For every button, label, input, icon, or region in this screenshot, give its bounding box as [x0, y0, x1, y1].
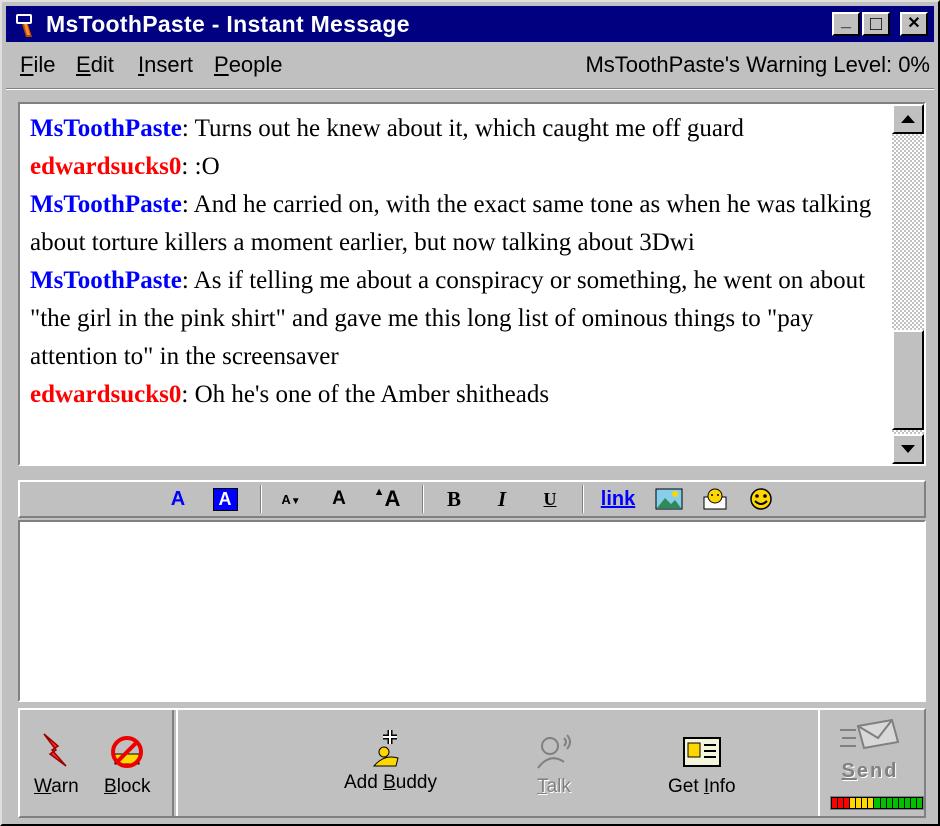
minimize-button[interactable]: _ — [832, 10, 860, 36]
background-color-icon: A — [212, 487, 238, 511]
smiley-button[interactable] — [746, 484, 776, 514]
send-button[interactable]: Send — [838, 716, 902, 783]
text-color-icon: A — [170, 487, 186, 510]
menu-divider — [6, 88, 934, 90]
warn-button[interactable]: Warn — [34, 732, 79, 798]
menu-file[interactable]: File — [20, 52, 55, 78]
scroll-down-button[interactable] — [892, 434, 924, 464]
warning-level: MsToothPaste's Warning Level: 0% — [585, 52, 930, 77]
scroll-down-icon — [901, 445, 915, 453]
underline-icon: U — [543, 488, 557, 509]
get-info-icon — [682, 737, 721, 767]
scroll-thumb[interactable] — [892, 330, 924, 430]
insert-image-button[interactable] — [654, 484, 684, 514]
maximize-icon: □ — [869, 13, 883, 35]
toolbar-separator — [582, 485, 584, 513]
send-icon — [840, 718, 900, 750]
warn-block-panel: Warn Block — [20, 710, 174, 816]
message: edwardsucks0: :O — [30, 148, 888, 186]
insert-image-icon — [655, 488, 683, 510]
normal-font-icon: A — [332, 488, 346, 509]
background-color-button[interactable]: A — [210, 484, 240, 514]
send-panel: Send — [818, 710, 924, 816]
bold-button[interactable]: B — [442, 484, 466, 514]
message-text: : Turns out he knew about it, which caug… — [181, 115, 744, 142]
link-button[interactable]: link — [598, 484, 638, 514]
message: MsToothPaste: Turns out he knew about it… — [30, 110, 888, 148]
block-button[interactable]: Block — [104, 732, 150, 798]
message: MsToothPaste: And he carried on, with th… — [30, 186, 888, 262]
link-icon: link — [600, 487, 636, 510]
warn-icon — [43, 733, 67, 767]
italic-button[interactable]: I — [490, 484, 514, 514]
talk-button[interactable]: Talk — [534, 732, 574, 798]
buddy-actions-panel: Add Buddy Talk Get Info — [176, 710, 816, 816]
text-color-button[interactable]: A — [166, 484, 190, 514]
toolbar-separator — [260, 485, 262, 513]
background-image-icon — [703, 488, 727, 510]
italic-icon: I — [497, 486, 507, 511]
smaller-font-icon: A▼ — [281, 491, 301, 507]
message-text: : Oh he's one of the Amber shitheads — [181, 381, 550, 408]
menu-insert[interactable]: Insert — [138, 52, 193, 78]
bold-icon: B — [446, 486, 461, 511]
format-toolbar: A A A▼ A ▲A B I U link — [18, 480, 926, 518]
im-window: MsToothPaste - Instant Message _ □ ✕ Fil… — [0, 0, 940, 826]
app-icon — [16, 14, 32, 37]
window-title: MsToothPaste - Instant Message — [46, 11, 410, 37]
close-button[interactable]: ✕ — [900, 12, 928, 36]
smaller-font-button[interactable]: A▼ — [274, 484, 308, 514]
menu-edit[interactable]: Edit — [76, 52, 114, 78]
message: MsToothPaste: As if telling me about a c… — [30, 262, 888, 376]
menu-bar: File Edit Insert People MsToothPaste's W… — [6, 48, 934, 82]
maximize-button[interactable]: □ — [862, 12, 890, 36]
underline-button[interactable]: U — [538, 484, 562, 514]
conversation-pane[interactable]: MsToothPaste: Turns out he knew about it… — [18, 102, 926, 466]
message-sender: MsToothPaste — [30, 267, 182, 294]
add-buddy-button[interactable]: Add Buddy — [344, 728, 437, 794]
signal-meter — [830, 796, 924, 810]
action-bar: Warn Block Add Buddy Talk Get Info Send — [18, 708, 926, 818]
toolbar-separator — [422, 485, 424, 513]
scroll-up-button[interactable] — [892, 104, 924, 134]
message-sender: MsToothPaste — [30, 115, 182, 142]
menu-people[interactable]: People — [214, 52, 283, 78]
larger-font-button[interactable]: ▲A — [370, 484, 404, 514]
scroll-up-icon — [901, 115, 915, 123]
message-sender: edwardsucks0 — [30, 381, 182, 408]
close-icon: ✕ — [907, 15, 921, 32]
add-buddy-icon — [373, 730, 400, 767]
get-info-button[interactable]: Get Info — [668, 732, 736, 798]
message-list: MsToothPaste: Turns out he knew about it… — [30, 110, 888, 414]
minimize-icon: _ — [840, 10, 851, 30]
message-input[interactable] — [18, 520, 926, 702]
vertical-scrollbar[interactable] — [892, 104, 924, 464]
message-sender: edwardsucks0 — [30, 153, 182, 180]
block-icon — [111, 736, 144, 768]
message-text: : :O — [181, 153, 220, 180]
normal-font-button[interactable]: A — [326, 484, 352, 514]
message: edwardsucks0: Oh he's one of the Amber s… — [30, 376, 888, 414]
message-sender: MsToothPaste — [30, 191, 182, 218]
larger-font-icon: ▲A — [373, 486, 401, 511]
smiley-icon — [750, 488, 772, 510]
talk-icon — [537, 734, 571, 769]
title-bar[interactable]: MsToothPaste - Instant Message _ □ ✕ — [6, 6, 934, 42]
background-image-button[interactable] — [700, 484, 730, 514]
